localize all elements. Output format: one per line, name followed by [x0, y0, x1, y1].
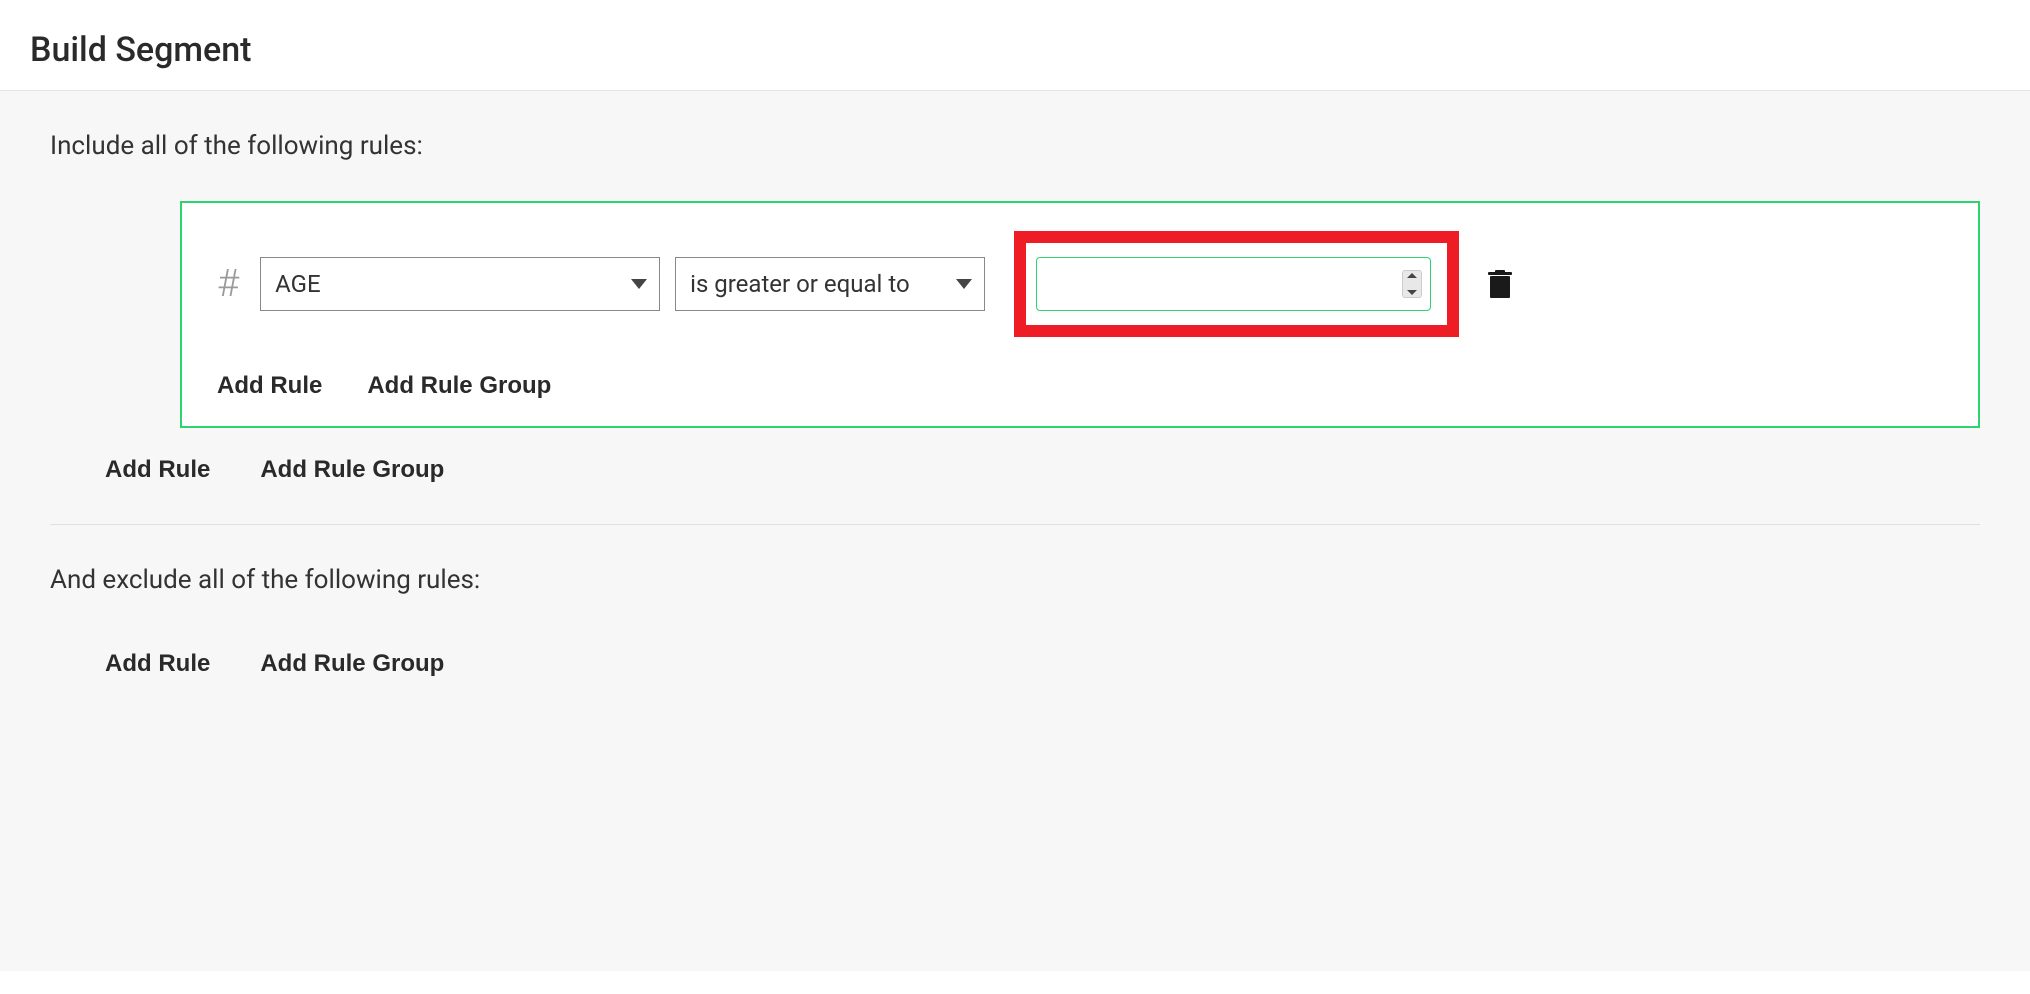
operator-select[interactable]: is greater or equal to	[675, 257, 985, 311]
add-rule-button[interactable]: Add Rule	[105, 456, 210, 484]
exclude-section: And exclude all of the following rules: …	[50, 565, 1980, 678]
page-title: Build Segment	[0, 0, 2030, 90]
value-input[interactable]	[1036, 257, 1431, 311]
exclude-outer-button-row: Add Rule Add Rule Group	[105, 650, 1980, 678]
hash-icon: #	[217, 262, 239, 306]
include-section: Include all of the following rules: # AG…	[50, 131, 1980, 484]
field-select-value: AGE	[275, 270, 321, 298]
chevron-down-icon	[956, 279, 972, 289]
delete-rule-button[interactable]	[1488, 270, 1512, 298]
operator-select-value: is greater or equal to	[690, 270, 910, 298]
include-outer-button-row: Add Rule Add Rule Group	[105, 456, 1980, 484]
rule-group: # AGE is greater or equal to	[180, 201, 1980, 428]
add-rule-button[interactable]: Add Rule	[217, 372, 322, 400]
trash-icon	[1488, 270, 1512, 298]
include-label: Include all of the following rules:	[50, 131, 1980, 161]
rule-row: # AGE is greater or equal to	[217, 231, 1943, 337]
field-select[interactable]: AGE	[260, 257, 660, 311]
add-rule-group-button[interactable]: Add Rule Group	[367, 372, 551, 400]
add-rule-button[interactable]: Add Rule	[105, 650, 210, 678]
highlight-annotation	[1014, 231, 1459, 337]
exclude-label: And exclude all of the following rules:	[50, 565, 1980, 595]
segment-builder-content: Include all of the following rules: # AG…	[0, 91, 2030, 971]
add-rule-group-button[interactable]: Add Rule Group	[260, 650, 444, 678]
stepper-down-icon	[1407, 290, 1417, 295]
number-stepper[interactable]	[1402, 270, 1422, 298]
section-divider	[50, 524, 1980, 525]
group-button-row: Add Rule Add Rule Group	[217, 372, 1943, 400]
chevron-down-icon	[631, 279, 647, 289]
stepper-up-icon	[1407, 273, 1417, 278]
add-rule-group-button[interactable]: Add Rule Group	[260, 456, 444, 484]
